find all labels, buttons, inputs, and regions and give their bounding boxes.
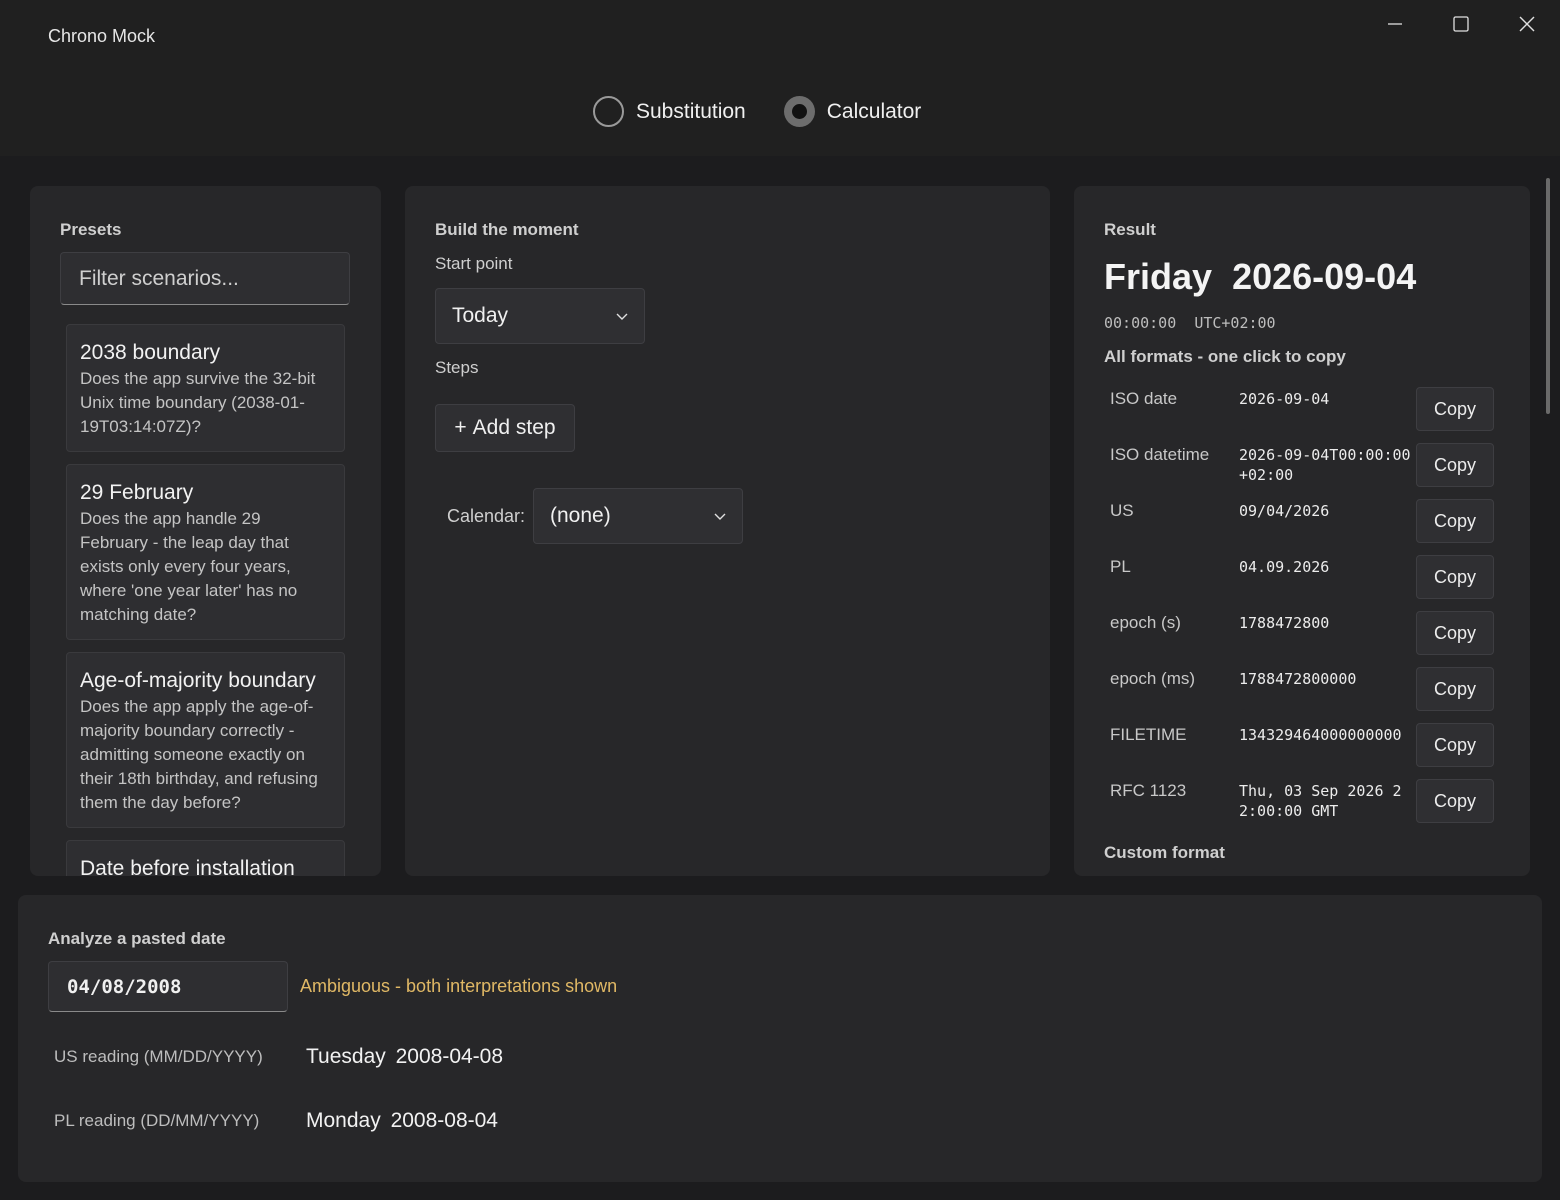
start-point-dropdown[interactable]: Today [435,288,645,344]
copy-button[interactable]: Copy [1416,667,1494,711]
format-value: 2026-09-04T00:00:00+02:00 [1239,446,1411,484]
custom-format-heading: Custom format [1104,843,1225,862]
start-point-value: Today [452,304,509,327]
mode-label: Substitution [636,99,746,123]
calendar-dropdown[interactable]: (none) [533,488,743,544]
format-row: epoch (s) 1788472800 Copy [1110,611,1494,655]
builder-panel: Build the moment Start point Today Steps… [405,186,1050,876]
result-date: 2026-09-04 [1232,256,1417,297]
result-clock: 00:00:00 [1104,314,1177,332]
format-name: FILETIME [1110,725,1187,744]
title-bar: Chrono Mock Substitution Calculator [0,0,1560,156]
analyze-title: Analyze a pasted date [48,929,226,948]
result-day: Friday [1104,256,1213,297]
pasted-date-input[interactable] [48,961,288,1012]
format-value: Thu, 03 Sep 2026 22:00:00 GMT [1239,782,1402,820]
format-value: 1788472800000 [1239,670,1357,688]
preset-title: Date before installation [80,857,295,876]
result-time: 00:00:00 UTC+02:00 [1104,314,1276,332]
result-offset: UTC+02:00 [1194,314,1276,332]
format-name: RFC 1123 [1110,781,1187,800]
copy-button[interactable]: Copy [1416,387,1494,431]
vertical-scrollbar[interactable] [1546,178,1550,414]
format-value: 09/04/2026 [1239,502,1330,520]
format-row: ISO date 2026-09-04 Copy [1110,387,1494,431]
builder-title: Build the moment [435,220,579,239]
copy-button[interactable]: Copy [1416,499,1494,543]
format-value: 04.09.2026 [1239,558,1330,576]
presets-title: Presets [60,220,122,239]
preset-card[interactable]: Age-of-majority boundary Does the app ap… [66,652,345,828]
format-value: 2026-09-04 [1239,390,1330,408]
format-row: ISO datetime 2026-09-04T00:00:00+02:00 C… [1110,443,1494,487]
us-reading-value: Tuesday 2008-04-08 [306,1045,503,1069]
mode-selector: Substitution Calculator [593,96,921,127]
copy-button[interactable]: Copy [1416,723,1494,767]
presets-panel: Presets 2038 boundary Does the app survi… [30,186,381,876]
preset-title: 2038 boundary [80,341,221,364]
plus-icon: + [454,416,467,439]
preset-title: 29 February [80,481,194,504]
format-row: PL 04.09.2026 Copy [1110,555,1494,599]
minimize-icon [1388,23,1402,25]
pl-reading-value: Monday 2008-08-04 [306,1109,498,1133]
format-value: 134329464000000000 [1239,726,1402,744]
format-name: US [1110,501,1134,520]
reading-date: 2008-04-08 [395,1045,504,1068]
analyze-panel: Analyze a pasted date Ambiguous - both i… [18,895,1542,1182]
format-row: epoch (ms) 1788472800000 Copy [1110,667,1494,711]
result-date-heading: Friday 2026-09-04 [1104,256,1416,298]
ambiguity-status: Ambiguous - both interpretations shown [300,976,618,996]
us-reading-label: US reading (MM/DD/YYYY) [54,1047,263,1066]
mode-radio-substitution[interactable]: Substitution [593,96,746,127]
format-name: epoch (s) [1110,613,1181,632]
chevron-down-icon [714,513,726,520]
mode-radio-calculator[interactable]: Calculator [783,96,922,127]
close-button[interactable] [1497,6,1557,42]
preset-card[interactable]: 29 February Does the app handle 29 Febru… [66,464,345,640]
preset-card[interactable]: Date before installation [66,840,345,876]
copy-button[interactable]: Copy [1416,611,1494,655]
format-name: epoch (ms) [1110,669,1196,688]
result-panel: Result Friday 2026-09-04 00:00:00 UTC+02… [1074,186,1530,876]
radio-checked-icon [783,96,815,127]
copy-button[interactable]: Copy [1416,779,1494,823]
add-step-label: Add step [472,416,556,439]
format-row: RFC 1123 Thu, 03 Sep 2026 22:00:00 GMT C… [1110,779,1494,823]
format-name: PL [1110,557,1131,576]
reading-date: 2008-08-04 [390,1109,498,1132]
preset-title: Age-of-majority boundary [80,669,316,692]
preset-description: Does the app survive the 32-bit Unix tim… [80,369,316,436]
steps-label: Steps [435,358,479,377]
preset-card[interactable]: 2038 boundary Does the app survive the 3… [66,324,345,452]
format-row: FILETIME 134329464000000000 Copy [1110,723,1494,767]
reading-day: Monday [306,1109,381,1132]
preset-description: Does the app apply the age-of-majority b… [80,697,318,812]
radio-unchecked-icon [593,96,624,127]
calendar-label: Calendar: [447,506,526,526]
format-name: ISO datetime [1110,445,1210,464]
calendar-value: (none) [550,504,611,527]
start-point-label: Start point [435,254,513,273]
maximize-button[interactable] [1431,6,1491,42]
chevron-down-icon [616,313,628,320]
minimize-button[interactable] [1365,6,1425,42]
result-title: Result [1104,220,1156,239]
pl-reading-label: PL reading (DD/MM/YYYY) [54,1111,260,1130]
mode-label: Calculator [826,99,922,123]
preset-description: Does the app handle 29 February - the le… [80,509,298,624]
format-value: 1788472800 [1239,614,1330,632]
maximize-icon [1453,16,1469,32]
format-name: ISO date [1110,389,1178,408]
copy-button[interactable]: Copy [1416,555,1494,599]
filter-scenarios-input[interactable] [60,252,350,305]
app-title: Chrono Mock [48,26,156,46]
copy-button[interactable]: Copy [1416,443,1494,487]
add-step-button[interactable]: + Add step [435,404,575,452]
close-icon [1519,16,1535,32]
formats-heading: All formats - one click to copy [1104,347,1346,366]
reading-day: Tuesday [306,1045,386,1068]
format-row: US 09/04/2026 Copy [1110,499,1494,543]
